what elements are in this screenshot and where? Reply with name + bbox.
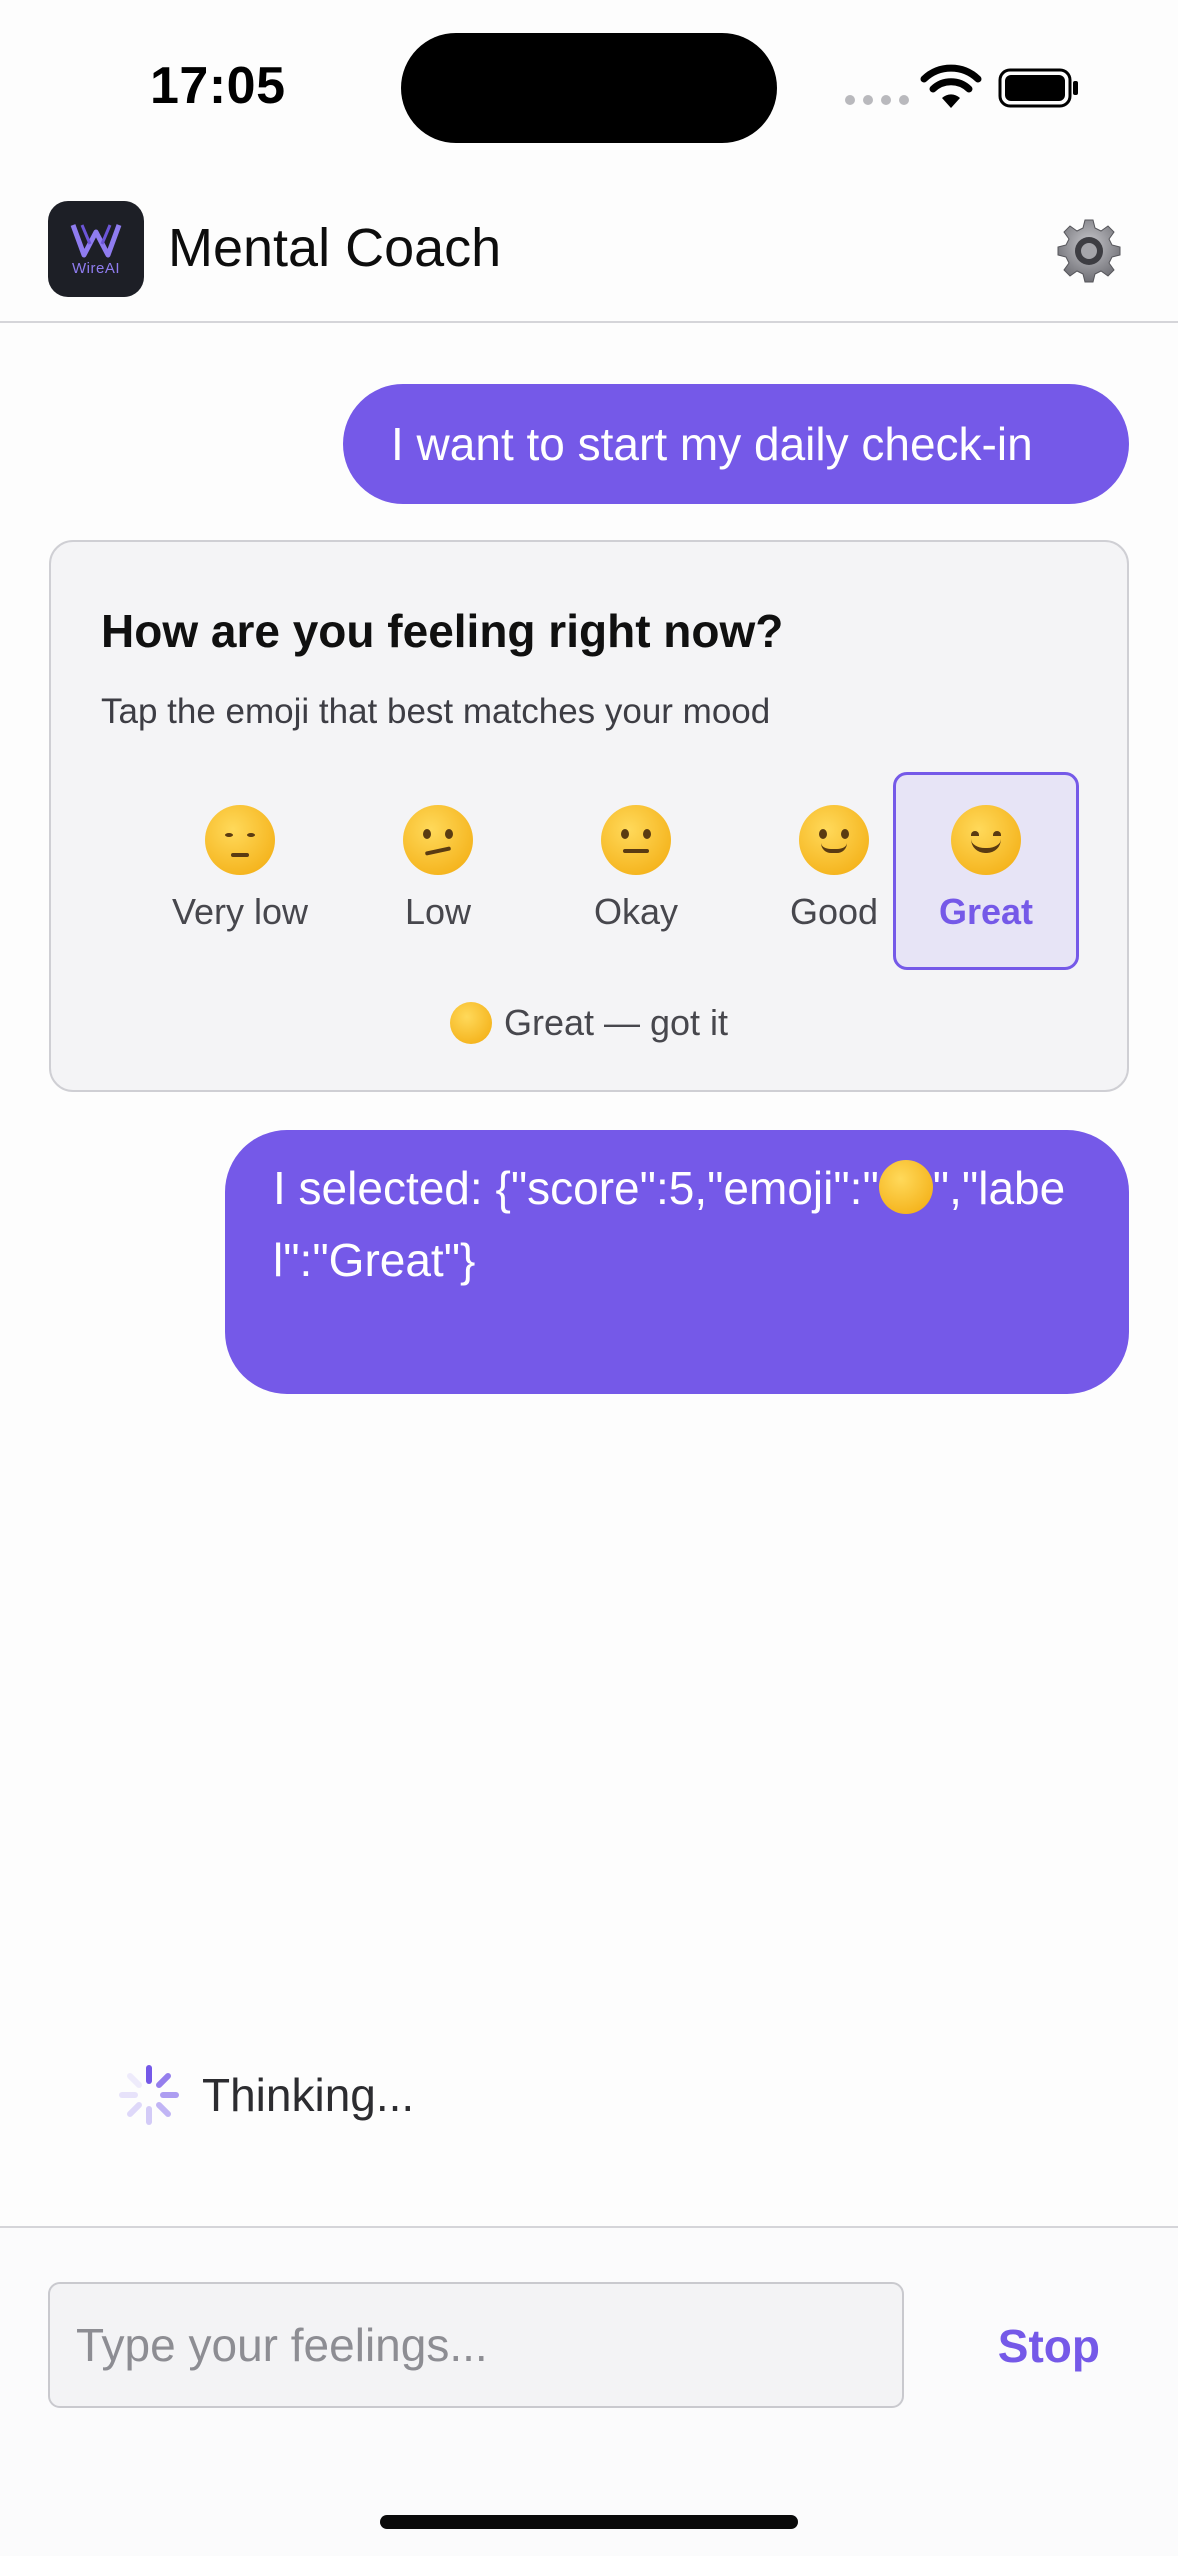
thinking-label: Thinking... xyxy=(202,2069,415,2121)
mood-option-label: Great xyxy=(938,891,1034,932)
neutral-face-icon xyxy=(601,805,671,875)
thinking-indicator: Thinking... xyxy=(118,2064,414,2126)
dynamic-island xyxy=(401,33,777,143)
stop-button[interactable]: Stop xyxy=(960,2306,1100,2386)
smiling-face-icon xyxy=(449,1002,492,1044)
user-message-bubble: I selected: {"score":5,"emoji":" ","label… xyxy=(225,1130,1129,1394)
smiling-face-icon xyxy=(951,805,1021,875)
mood-option-label: Very low xyxy=(171,891,309,932)
wire-logo-icon xyxy=(70,223,122,257)
app-logo: WireAI xyxy=(48,201,144,297)
card-subtitle: Tap the emoji that best matches your moo… xyxy=(101,692,771,731)
user-message-bubble: I want to start my daily check-in xyxy=(343,384,1129,504)
status-time: 17:05 xyxy=(150,57,286,115)
mood-option-label: Good xyxy=(789,891,879,932)
loading-spinner-icon xyxy=(119,2065,179,2125)
status-bar: 17:05 xyxy=(0,0,1178,175)
message-composer: Stop xyxy=(0,2226,1178,2556)
mood-confirmation: Great — got it xyxy=(51,1002,1127,1044)
page-title: Mental Coach xyxy=(168,218,502,278)
mood-option-label: Okay xyxy=(593,891,679,932)
mood-option-low[interactable]: Low xyxy=(345,772,531,970)
message-input[interactable] xyxy=(48,2282,904,2408)
wifi-icon xyxy=(920,64,982,108)
confused-face-icon xyxy=(403,805,473,875)
slightly-smiling-face-icon xyxy=(799,805,869,875)
confirmation-text: Great — got it xyxy=(503,1002,729,1043)
mood-option-great[interactable]: Great xyxy=(893,772,1079,970)
pensive-face-icon xyxy=(205,805,275,875)
mood-option-okay[interactable]: Okay xyxy=(543,772,729,970)
settings-gear-icon[interactable] xyxy=(1056,218,1122,284)
cellular-signal-icon xyxy=(845,95,909,105)
mood-option-label: Low xyxy=(404,891,472,932)
smiling-face-icon xyxy=(878,1160,933,1214)
mood-option-very-low[interactable]: Very low xyxy=(147,772,333,970)
battery-icon xyxy=(998,68,1078,108)
card-title: How are you feeling right now? xyxy=(101,605,784,657)
logo-text: WireAI xyxy=(72,259,120,277)
home-indicator xyxy=(380,2515,798,2529)
app-header: WireAI Mental Coach xyxy=(0,175,1178,323)
mood-checkin-card: How are you feeling right now? Tap the e… xyxy=(49,540,1129,1092)
message-text-prefix: I selected: {"score":5,"emoji":" xyxy=(273,1162,879,1214)
